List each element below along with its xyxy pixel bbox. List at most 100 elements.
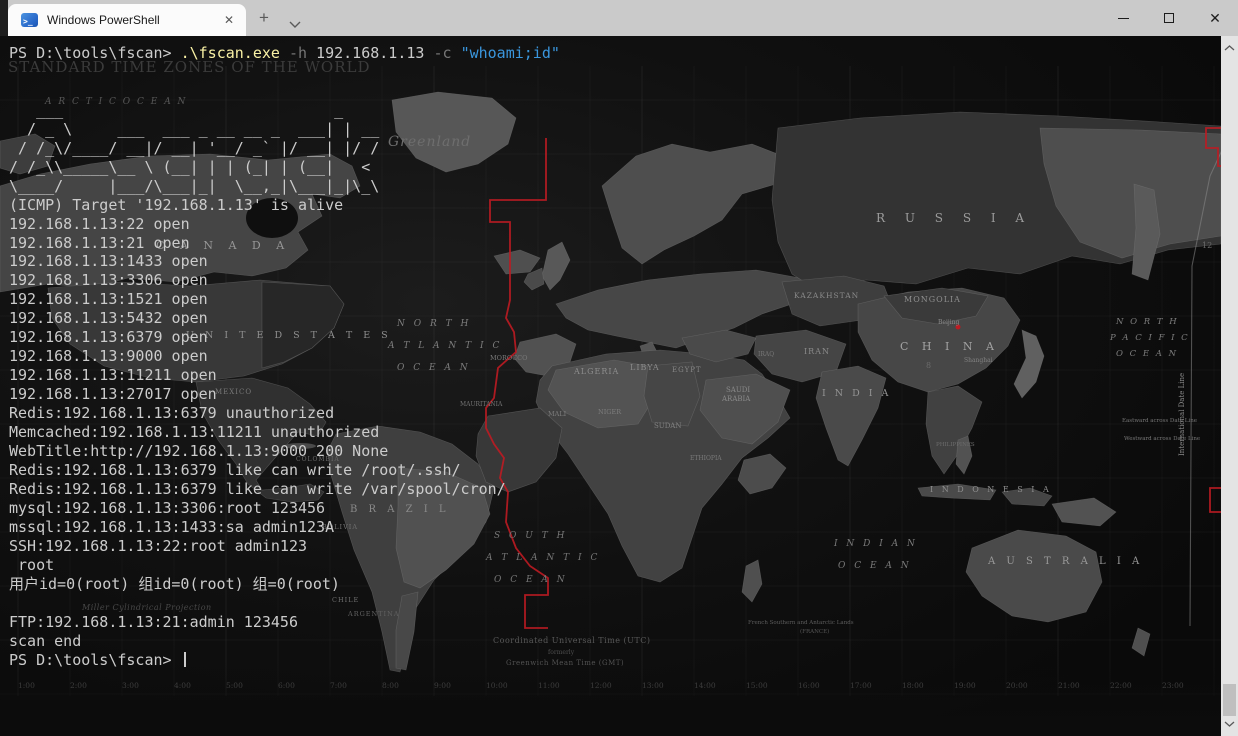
map-label: ARABIA <box>721 395 751 403</box>
terminal-line: mysql:192.168.1.13:3306:root 123456 <box>9 499 560 518</box>
command-segment-plain <box>452 44 461 62</box>
map-label: A U S T R A L I A <box>987 556 1143 567</box>
prompt: PS D:\tools\fscan> <box>9 651 181 669</box>
terminal-line: 192.168.1.13:27017 open <box>9 385 560 404</box>
terminal-line <box>9 594 560 613</box>
terminal-line: root <box>9 556 560 575</box>
timezone-label: 5:00 <box>226 681 243 690</box>
map-label: P A C I F I C <box>1109 333 1190 343</box>
map-label: N O R T H <box>1115 317 1179 327</box>
close-button[interactable]: ✕ <box>1192 0 1238 36</box>
terminal-line: PS D:\tools\fscan> <box>9 651 560 670</box>
map-label: R U S S I A <box>876 211 1032 225</box>
command-segment-string: "whoami;id" <box>461 44 560 62</box>
timezone-label: 3:00 <box>122 681 139 690</box>
minimize-button[interactable] <box>1100 0 1146 36</box>
map-label: IRAN <box>804 347 830 356</box>
map-label: I N D I A <box>822 388 891 399</box>
map-label: Eastward across Date Line <box>1122 418 1197 424</box>
map-label: O C E A N <box>838 561 912 571</box>
map-label: 12 <box>1202 241 1212 250</box>
close-icon: ✕ <box>1209 11 1221 25</box>
text-cursor <box>184 652 186 667</box>
timezone-label: 13:00 <box>642 681 664 690</box>
terminal-line: Redis:192.168.1.13:6379 unauthorized <box>9 404 560 423</box>
terminal-line: 192.168.1.13:22 open <box>9 215 560 234</box>
command-segment-prompt: PS D:\tools\fscan> <box>9 44 181 62</box>
terminal-line: / _ \ ___ ___ _ __ __ _ ___| | __ <box>9 120 560 139</box>
map-label: C H I N A <box>900 340 999 353</box>
map-label: International Date Line <box>1178 373 1186 456</box>
map-label: O C E A N <box>1116 349 1178 359</box>
map-label: ETHIOPIA <box>690 455 722 462</box>
terminal-line <box>9 82 560 101</box>
terminal-line: 192.168.1.13:9000 open <box>9 347 560 366</box>
map-label: IRAQ <box>758 351 774 358</box>
timezone-label: 21:00 <box>1058 681 1080 690</box>
map-label: ALGERIA <box>573 367 619 376</box>
map-label: Shanghai <box>964 357 993 364</box>
minimize-icon <box>1118 18 1129 19</box>
terminal-line: 192.168.1.13:11211 open <box>9 366 560 385</box>
map-label: Beijing <box>938 319 960 326</box>
maximize-button[interactable] <box>1146 0 1192 36</box>
terminal-line: WebTitle:http://192.168.1.13:9000 200 No… <box>9 442 560 461</box>
terminal-line: (ICMP) Target '192.168.1.13' is alive <box>9 196 560 215</box>
terminal-line: 192.168.1.13:1433 open <box>9 252 560 271</box>
tab-dropdown-button[interactable] <box>289 15 301 33</box>
terminal-line: \____/ |___/\___|_| \__,_|\___|_|\_\ <box>9 177 560 196</box>
map-label: Westward across Date Line <box>1124 436 1200 442</box>
powershell-icon: >_ <box>21 13 38 27</box>
timezone-label: 14:00 <box>694 681 716 690</box>
terminal-line: PS D:\tools\fscan> .\fscan.exe -h 192.16… <box>9 44 560 63</box>
timezone-label: 10:00 <box>486 681 508 690</box>
timezone-label: 16:00 <box>798 681 820 690</box>
timezone-label: 2:00 <box>70 681 87 690</box>
terminal-line: scan end <box>9 632 560 651</box>
maximize-icon <box>1164 13 1174 23</box>
terminal-line: mssql:192.168.1.13:1433:sa admin123A <box>9 518 560 537</box>
timezone-label: 22:00 <box>1110 681 1132 690</box>
terminal-line: 用户id=0(root) 组id=0(root) 组=0(root) <box>9 575 560 594</box>
map-label: I N D I A N <box>833 539 918 549</box>
scrollbar[interactable] <box>1221 36 1238 736</box>
timezone-label: 15:00 <box>746 681 768 690</box>
command-segment-plain <box>280 44 289 62</box>
tab-title: Windows PowerShell <box>47 13 218 27</box>
timezone-label: 1:00 <box>18 681 35 690</box>
terminal-content[interactable]: STANDARD TIME ZONES OF THE WORLDA R C T … <box>0 36 1221 736</box>
timezone-label: 11:00 <box>538 681 560 690</box>
map-label: SAUDI <box>726 386 750 394</box>
tab-windows-powershell[interactable]: >_ Windows PowerShell ✕ <box>8 4 246 36</box>
terminal-line <box>9 63 560 82</box>
titlebar-left-strip <box>0 0 8 36</box>
timezone-label: 12:00 <box>590 681 612 690</box>
timezone-label: 6:00 <box>278 681 295 690</box>
timezone-label: 19:00 <box>954 681 976 690</box>
command-segment-command: .\fscan.exe <box>181 44 280 62</box>
map-label: PHILIPPINES <box>936 442 975 448</box>
new-tab-button[interactable]: + <box>259 11 269 25</box>
tab-close-icon[interactable]: ✕ <box>218 9 240 31</box>
terminal-line: ___ _ <box>9 101 560 120</box>
scroll-down-icon[interactable] <box>1223 715 1236 733</box>
scrollbar-thumb[interactable] <box>1223 684 1236 716</box>
timezone-label: 9:00 <box>434 681 451 690</box>
map-label: SUDAN <box>654 422 682 430</box>
map-label: KAZAKHSTAN <box>794 291 859 300</box>
timezone-label: 18:00 <box>902 681 924 690</box>
terminal-output: PS D:\tools\fscan> .\fscan.exe -h 192.16… <box>0 36 560 669</box>
terminal-line: SSH:192.168.1.13:22:root admin123 <box>9 537 560 556</box>
terminal-line: 192.168.1.13:6379 open <box>9 328 560 347</box>
terminal-line: FTP:192.168.1.13:21:admin 123456 <box>9 613 560 632</box>
terminal-line: Redis:192.168.1.13:6379 like can write /… <box>9 461 560 480</box>
titlebar: >_ Windows PowerShell ✕ + ✕ <box>0 0 1238 36</box>
timezone-label: 23:00 <box>1162 681 1184 690</box>
map-label: 8 <box>926 361 931 370</box>
scroll-up-icon[interactable] <box>1223 39 1236 57</box>
chevron-down-icon <box>289 21 301 28</box>
terminal-line: Memcached:192.168.1.13:11211 unauthorize… <box>9 423 560 442</box>
timezone-label: 7:00 <box>330 681 347 690</box>
map-label: NIGER <box>598 408 622 416</box>
map-label: French Southern and Antarctic Lands <box>748 620 854 626</box>
